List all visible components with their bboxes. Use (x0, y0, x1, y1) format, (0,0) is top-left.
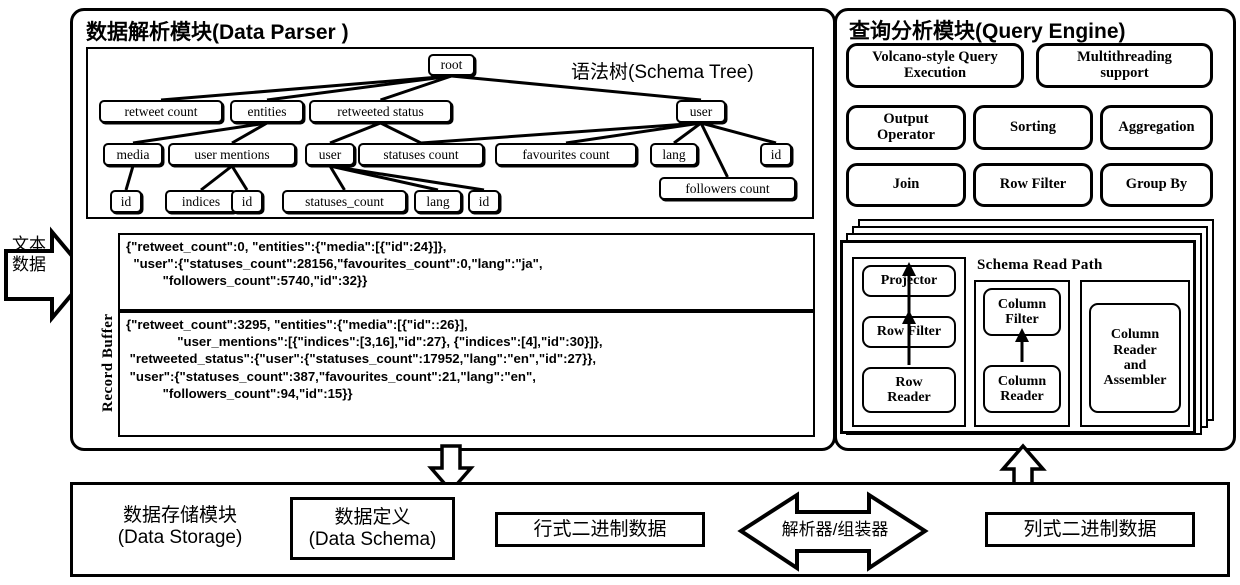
query-engine-title: 查询分析模块(Query Engine) (849, 20, 1126, 43)
tree-edge-user_mentions-to-indices (200, 164, 233, 192)
tree-node-id_media: id (110, 190, 142, 213)
tree-node-label: media (116, 146, 150, 162)
data-schema-box: 数据定义 (Data Schema) (290, 497, 455, 560)
tree-edge-retweeted_status-to-user_rs (329, 121, 382, 145)
tree-node-label: user (318, 146, 342, 162)
tree-node-entities: entities (230, 100, 304, 123)
tree-node-label: lang (426, 193, 450, 209)
tree-node-statuses_count_u2: statuses_count (282, 190, 407, 213)
operator-group-by[interactable]: Group By (1100, 163, 1213, 207)
record-buffer-label: Record Buffer (100, 313, 116, 412)
text-data-arrow-label: 文本 数据 (12, 235, 46, 274)
record-json-line: "user":{"statuses_count":28156,"favourit… (126, 256, 543, 272)
operator-multithreading-support[interactable]: Multithreading support (1036, 43, 1213, 88)
operator-volcano-style-query-execution[interactable]: Volcano-style Query Execution (846, 43, 1024, 88)
record-buffer-record-1: {"retweet_count":0, "entities":{"media":… (118, 233, 815, 311)
tree-node-media: media (103, 143, 163, 166)
tree-node-label: entities (247, 103, 287, 119)
operator-join[interactable]: Join (846, 163, 966, 207)
tree-edge-user_top-to-favourites_count (565, 121, 702, 145)
tree-node-label: id (478, 193, 490, 209)
tree-node-label: id (120, 193, 132, 209)
operator-output-operator[interactable]: Output Operator (846, 105, 966, 150)
record-json-line: "user_mentions":[{"indices":[3,16],"id":… (126, 334, 603, 350)
tree-node-id_u: id (760, 143, 792, 166)
operator-sorting[interactable]: Sorting (973, 105, 1093, 150)
record-json-line: "user":{"statuses_count":387,"favourites… (126, 368, 536, 384)
tree-node-label: root (440, 57, 463, 73)
column-binary-data-box: 列式二进制数据 (985, 512, 1195, 547)
tree-node-label: lang (662, 146, 686, 162)
tree-node-lang_u: lang (650, 143, 698, 166)
record-json-line: "followers_count":94,"id":15}} (126, 385, 353, 401)
tree-edge-user_rs-to-id_u2 (329, 164, 485, 192)
tree-node-label: retweeted status (337, 103, 424, 119)
tree-node-root: root (428, 54, 475, 76)
data-storage-title: 数据存储模块 (Data Storage) (117, 505, 243, 549)
tree-edge-root-to-user_top (451, 74, 702, 102)
record-json-line: {"retweet_count":0, "entities":{"media":… (126, 239, 447, 254)
record-buffer-record-2: {"retweet_count":3295, "entities":{"medi… (118, 311, 815, 437)
tree-node-user_top: user (676, 100, 726, 123)
operator-row-filter[interactable]: Row Filter (973, 163, 1093, 207)
tree-node-label: statuses_count (305, 193, 384, 209)
tree-edge-user_mentions-to-id_um (230, 165, 249, 191)
tree-edge-retweeted_status-to-statuses_count_rs (379, 121, 422, 145)
tree-node-lang_u2: lang (414, 190, 462, 213)
tree-node-label: indices (181, 193, 221, 209)
tree-node-label: id (241, 193, 253, 209)
tree-node-retweeted_status: retweeted status (309, 100, 452, 123)
tree-node-label: followers count (685, 180, 770, 196)
record-json-line: "followers_count":5740,"id":32}} (126, 273, 368, 289)
tree-node-id_u2: id (468, 190, 500, 213)
tree-node-followers_count: followers count (659, 177, 796, 200)
tree-node-user_mentions: user mentions (168, 143, 296, 166)
tree-node-label: favourites count (522, 146, 610, 162)
tree-node-label: retweet count (124, 103, 198, 119)
tree-node-statuses_count_rs: statuses count (358, 143, 484, 166)
operator-aggregation[interactable]: Aggregation (1100, 105, 1213, 150)
tree-node-user_rs: user (305, 143, 355, 166)
tree-node-label: user (689, 103, 713, 119)
tree-edge-user_top-to-followers_count (699, 122, 729, 178)
record-json-line: {"retweet_count":3295, "entities":{"medi… (126, 317, 468, 332)
tree-node-indices: indices (165, 190, 237, 213)
row-binary-data-box: 行式二进制数据 (495, 512, 705, 547)
tree-node-id_um: id (231, 190, 263, 213)
record-json-line: "retweeted_status":{"user":{"statuses_co… (126, 351, 597, 367)
tree-node-retweet_count: retweet count (99, 100, 223, 123)
tree-node-favourites_count: favourites count (495, 143, 637, 166)
tree-edge-media-to-id_media (124, 165, 135, 191)
tree-node-label: user mentions (194, 146, 270, 162)
tree-edge-user_top-to-statuses_count_rs (420, 121, 702, 145)
schema-read-path-arrows (902, 262, 1029, 365)
tree-node-label: statuses count (383, 146, 459, 162)
parser-assembler-label: 解析器/组装器 (781, 520, 889, 539)
tree-node-label: id (770, 146, 782, 162)
tree-edge-user_top-to-id_u (700, 121, 777, 145)
